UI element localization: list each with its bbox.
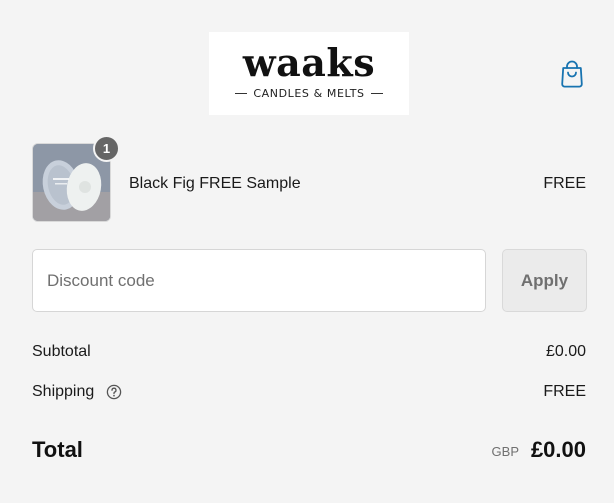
- total-label: Total: [32, 437, 83, 462]
- logo-tagline: CANDLES & MELTS: [253, 86, 365, 100]
- total-value: £0.00: [530, 437, 586, 462]
- apply-discount-button[interactable]: Apply: [502, 249, 587, 312]
- product-name: Black Fig FREE Sample: [129, 175, 301, 192]
- logo-rule-left: [235, 92, 248, 94]
- subtotal-value: £0.00: [545, 343, 586, 360]
- store-logo[interactable]: waaks CANDLES & MELTS: [209, 32, 409, 115]
- shipping-label: Shipping: [32, 383, 95, 400]
- logo-rule-right: [370, 92, 383, 94]
- total-currency: GBP: [491, 444, 519, 459]
- logo-tagline-row: CANDLES & MELTS: [209, 84, 409, 102]
- shipping-value: FREE: [543, 383, 586, 400]
- quantity-badge: 1: [93, 135, 120, 162]
- question-circle-icon[interactable]: [106, 384, 122, 400]
- order-summary-page: waaks CANDLES & MELTS 1 Black Fig FREE S…: [0, 0, 614, 503]
- shopping-bag-icon[interactable]: [560, 60, 584, 88]
- logo-wordmark: waaks: [242, 40, 376, 85]
- subtotal-label: Subtotal: [32, 343, 91, 360]
- discount-code-input[interactable]: [32, 249, 486, 312]
- product-price: FREE: [543, 175, 586, 192]
